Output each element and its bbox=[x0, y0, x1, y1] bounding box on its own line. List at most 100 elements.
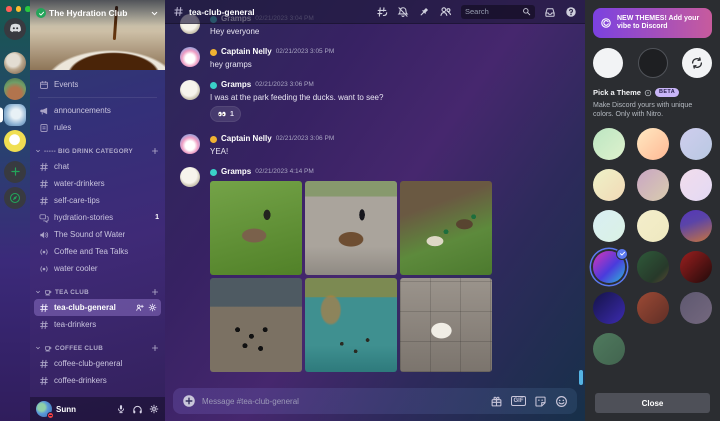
channel-water-drinkers[interactable]: water-drinkers bbox=[30, 175, 165, 192]
theme-swatch-midnight[interactable] bbox=[593, 292, 625, 324]
light-mode-button[interactable] bbox=[593, 48, 623, 78]
add-server-button[interactable] bbox=[4, 161, 26, 183]
message-timestamp: 02/21/2023 3:06 PM bbox=[276, 133, 335, 145]
photo-goose-path[interactable] bbox=[305, 181, 397, 275]
server-avatar-logo[interactable] bbox=[4, 130, 26, 152]
invite-people-icon[interactable] bbox=[135, 303, 144, 312]
eyes-reaction[interactable]: 1 bbox=[210, 106, 241, 122]
sidebar-item-events[interactable]: Events bbox=[30, 76, 165, 93]
message-list: Gramps02/21/2023 3:04 PM Hey everyone Ca… bbox=[165, 0, 581, 387]
explore-servers-button[interactable] bbox=[4, 187, 26, 209]
themes-banner-icon bbox=[600, 17, 612, 29]
avatar-gramps[interactable] bbox=[180, 167, 200, 187]
channel-chat[interactable]: chat bbox=[30, 158, 165, 175]
gif-icon[interactable]: GIF bbox=[511, 396, 526, 406]
photo-white-dog[interactable] bbox=[400, 278, 492, 372]
channel-tea-drinkers[interactable]: tea-drinkers bbox=[30, 316, 165, 333]
search-input[interactable]: Search bbox=[461, 5, 535, 19]
sync-mode-button[interactable] bbox=[682, 48, 712, 78]
message-placeholder: Message #tea-club-general bbox=[202, 397, 484, 406]
user-avatar[interactable] bbox=[36, 401, 52, 417]
avatar-gramps[interactable] bbox=[180, 80, 200, 100]
hash-icon bbox=[39, 359, 49, 369]
server-avatar-hydration-club[interactable] bbox=[4, 104, 26, 126]
photo-mallards[interactable] bbox=[400, 181, 492, 275]
message-timestamp: 02/21/2023 3:06 PM bbox=[255, 79, 314, 91]
channel-tea-club-general-selected[interactable]: tea-club-general bbox=[34, 299, 161, 316]
channel-header: tea-club-general Search bbox=[165, 0, 585, 24]
theme-swatch-sage[interactable] bbox=[593, 333, 625, 365]
channel-water-cooler[interactable]: water cooler bbox=[30, 260, 165, 277]
scrollbar-thumb[interactable] bbox=[579, 370, 583, 385]
server-avatar-plant[interactable] bbox=[4, 78, 26, 100]
photo-pond[interactable] bbox=[305, 278, 397, 372]
theme-swatch-slate[interactable] bbox=[680, 292, 712, 324]
pick-theme-title: Pick a Theme bbox=[593, 88, 641, 97]
channel-the-sound-of-water[interactable]: The Sound of Water bbox=[30, 226, 165, 243]
theme-swatch-cream[interactable] bbox=[637, 210, 669, 242]
channel-coffee-and-tea-talks[interactable]: Coffee and Tea Talks bbox=[30, 243, 165, 260]
dark-mode-button[interactable] bbox=[638, 48, 668, 78]
headphones-icon[interactable] bbox=[132, 404, 143, 415]
pinned-messages-icon[interactable] bbox=[418, 6, 430, 18]
minimize-window-button[interactable] bbox=[16, 6, 22, 12]
message-author[interactable]: Captain Nelly bbox=[221, 133, 272, 145]
create-channel-icon[interactable] bbox=[151, 147, 159, 155]
theme-swatch-mauve[interactable] bbox=[637, 169, 669, 201]
close-window-button[interactable] bbox=[6, 6, 12, 12]
theme-swatch-rust[interactable] bbox=[637, 292, 669, 324]
inbox-icon[interactable] bbox=[544, 6, 556, 18]
channel-hydration-stories[interactable]: hydration-stories 1 bbox=[30, 209, 165, 226]
message-author[interactable]: Gramps bbox=[221, 79, 251, 91]
theme-swatch-ice[interactable] bbox=[593, 210, 625, 242]
discord-home-button[interactable] bbox=[4, 18, 26, 40]
gift-icon[interactable] bbox=[490, 395, 503, 408]
theme-swatch-selected[interactable] bbox=[593, 251, 625, 283]
coffee-emoji bbox=[44, 344, 52, 352]
theme-swatch-mint[interactable] bbox=[593, 128, 625, 160]
theme-swatch-blush[interactable] bbox=[680, 169, 712, 201]
category-big-drink[interactable]: ----- BIG DRINK CATEGORY bbox=[30, 144, 165, 158]
server-rail bbox=[0, 0, 30, 421]
server-header[interactable]: The Hydration Club bbox=[30, 0, 165, 26]
user-settings-icon[interactable] bbox=[149, 404, 159, 414]
attach-plus-icon[interactable] bbox=[182, 394, 196, 408]
sync-icon bbox=[690, 56, 704, 70]
message-author[interactable]: Captain Nelly bbox=[221, 46, 272, 58]
channel-sidebar: The Hydration Club Events announcements … bbox=[30, 0, 165, 421]
channel-coffee-club-general[interactable]: coffee-club-general bbox=[30, 355, 165, 372]
notifications-muted-icon[interactable] bbox=[397, 6, 409, 18]
photo-coots-shore[interactable] bbox=[210, 278, 302, 372]
channel-settings-icon[interactable] bbox=[148, 303, 157, 312]
channel-announcements[interactable]: announcements bbox=[30, 102, 165, 119]
message-author[interactable]: Gramps bbox=[221, 166, 251, 178]
channel-coffee-drinkers[interactable]: coffee-drinkers bbox=[30, 372, 165, 389]
theme-swatch-citrus[interactable] bbox=[593, 169, 625, 201]
category-tea-club[interactable]: TEA CLUB bbox=[30, 285, 165, 299]
theme-swatch-forest[interactable] bbox=[637, 251, 669, 283]
microphone-icon[interactable] bbox=[116, 404, 126, 414]
avatar-captain-nelly[interactable] bbox=[180, 134, 200, 154]
emoji-icon[interactable] bbox=[555, 395, 568, 408]
threads-icon[interactable] bbox=[376, 6, 388, 18]
avatar-captain-nelly[interactable] bbox=[180, 47, 200, 67]
theme-swatch-sunset[interactable] bbox=[680, 210, 712, 242]
create-channel-icon[interactable] bbox=[151, 288, 159, 296]
sticker-icon[interactable] bbox=[534, 395, 547, 408]
theme-swatch-periwinkle[interactable] bbox=[680, 128, 712, 160]
channel-rules[interactable]: rules bbox=[30, 119, 165, 136]
message-text: YEA! bbox=[210, 146, 581, 157]
photo-goose-grass[interactable] bbox=[210, 181, 302, 275]
theme-swatch-peach[interactable] bbox=[637, 128, 669, 160]
channel-self-care-tips[interactable]: self-care-tips bbox=[30, 192, 165, 209]
window-controls bbox=[0, 0, 31, 12]
member-list-icon[interactable] bbox=[439, 5, 452, 18]
help-icon[interactable] bbox=[565, 6, 577, 18]
close-button[interactable]: Close bbox=[595, 393, 710, 413]
server-avatar-teapot[interactable] bbox=[4, 52, 26, 74]
message: Gramps02/21/2023 4:14 PM bbox=[165, 166, 581, 372]
theme-swatch-crimson[interactable] bbox=[680, 251, 712, 283]
create-channel-icon[interactable] bbox=[151, 344, 159, 352]
category-coffee-club[interactable]: COFFEE CLUB bbox=[30, 341, 165, 355]
message-input[interactable]: Message #tea-club-general GIF bbox=[173, 388, 577, 414]
